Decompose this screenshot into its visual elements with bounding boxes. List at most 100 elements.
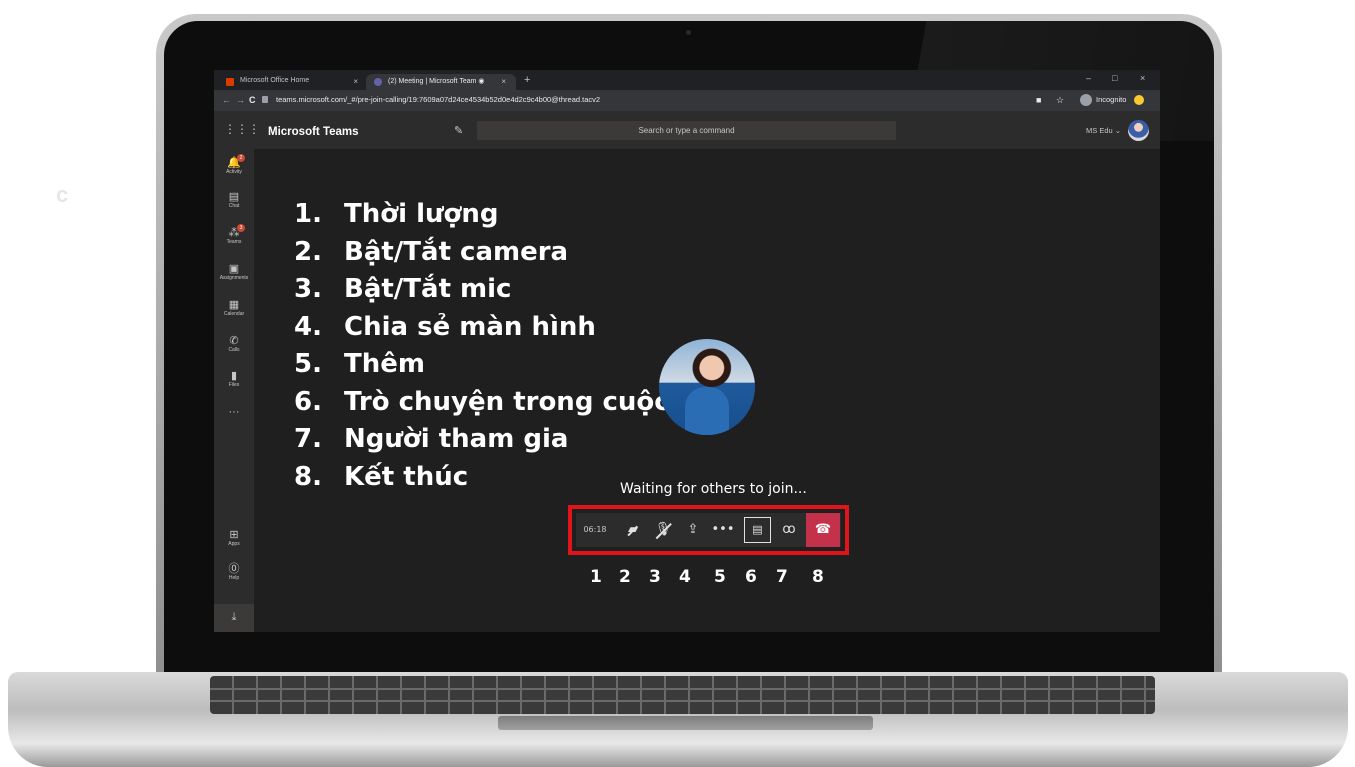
browser-tab-bar: Microsoft Office Home × (2) Meeting | Mi…: [214, 70, 1160, 90]
more-actions-button[interactable]: •••: [710, 513, 736, 547]
more-icon: •••: [711, 522, 735, 537]
marker-label: 7: [776, 567, 788, 587]
profile-dot-icon[interactable]: [1134, 95, 1144, 105]
share-screen-button[interactable]: ⇪: [680, 513, 706, 547]
rail-item-label: Files: [228, 382, 240, 388]
maximize-button[interactable]: □: [1112, 73, 1117, 83]
teams-icon: [374, 78, 382, 86]
rail-item-label: Chat: [228, 203, 240, 209]
marker-label: 2: [619, 567, 631, 587]
rail-item-teams[interactable]: ⁂ 3 Teams: [214, 224, 254, 246]
app-title: Microsoft Teams: [268, 126, 359, 138]
address-bar: ← → C teams.microsoft.com/_#/pre-join-ca…: [214, 90, 1160, 111]
compose-icon[interactable]: ✎: [454, 124, 463, 137]
legend-item-share: 4. Chia sẻ màn hình: [294, 311, 596, 342]
chat-icon: ▤: [228, 191, 240, 203]
legend-item-participants: 7. Người tham gia: [294, 424, 569, 454]
incognito-label: Incognito: [1096, 95, 1127, 104]
camera-off-icon: ▰: [628, 513, 638, 547]
app-launcher-icon[interactable]: ⋮⋮⋮: [224, 122, 260, 136]
url-field[interactable]: teams.microsoft.com/_#/pre-join-calling/…: [276, 95, 600, 104]
call-timer: 06:18: [583, 525, 607, 534]
webcam-dot: [686, 30, 691, 35]
rail-item-help[interactable]: ⓪ Help: [214, 563, 254, 582]
rail-item-activity[interactable]: 🔔 2 Activity: [214, 154, 254, 176]
participants-button[interactable]: ꝏ: [776, 513, 802, 547]
waiting-message: Waiting for others to join...: [620, 481, 807, 497]
marker-label: 6: [745, 567, 757, 587]
calendar-icon: ▦: [228, 299, 240, 311]
rail-item-files[interactable]: ▮ Files: [214, 370, 254, 389]
tab-teams-meeting[interactable]: (2) Meeting | Microsoft Team ◉ ×: [366, 74, 516, 90]
incognito-icon: [1080, 94, 1092, 106]
people-icon: ꝏ: [782, 522, 796, 537]
marker-label: 3: [649, 567, 661, 587]
meeting-chat-button[interactable]: ▤: [744, 517, 771, 543]
office-icon: [226, 78, 234, 86]
apps-icon: ⊞: [229, 529, 239, 541]
download-app-icon[interactable]: ⤓: [214, 604, 254, 632]
phone-icon: ✆: [229, 335, 239, 347]
rail-item-label: Help: [228, 575, 240, 581]
search-input[interactable]: Search or type a command: [477, 121, 896, 140]
marker-label: 4: [679, 567, 691, 587]
tab-close-icon[interactable]: ×: [353, 77, 358, 86]
marker-label: 5: [714, 567, 726, 587]
rail-item-chat[interactable]: ▤ Chat: [214, 191, 254, 210]
rail-item-label: Calendar: [223, 311, 245, 317]
lock-icon: [262, 96, 268, 103]
app-rail: 🔔 2 Activity ▤ Chat ⁂ 3 Teams ▣ Assignme…: [214, 149, 254, 632]
tab-title: (2) Meeting | Microsoft Team ◉: [388, 78, 485, 85]
rail-item-more[interactable]: ···: [214, 406, 254, 418]
tab-close-icon[interactable]: ×: [501, 77, 506, 86]
rail-item-calls[interactable]: ✆ Calls: [214, 335, 254, 354]
reload-icon[interactable]: C: [249, 95, 256, 105]
marker-label: 8: [812, 567, 824, 587]
tab-title: Microsoft Office Home: [240, 77, 310, 84]
rail-item-label: Calls: [228, 347, 240, 353]
more-icon: ···: [228, 406, 240, 418]
call-control-bar: 06:18 ▰ 🎙 ⇪ ••• ▤ ꝏ ☎: [576, 513, 841, 547]
camera-indicator-icon[interactable]: ■: [1036, 95, 1041, 105]
star-icon[interactable]: ☆: [1056, 95, 1064, 106]
laptop-keyboard: [210, 676, 1155, 714]
control-legend-list: 1. Thời lượng 2. Bật/Tắt camera 3. Bật/Tắt …: [294, 196, 734, 496]
files-icon: ▮: [230, 370, 238, 382]
stray-letter: c: [56, 182, 69, 207]
minimize-button[interactable]: –: [1086, 73, 1091, 83]
legend-item-mic: 3. Bật/Tắt mic: [294, 274, 512, 304]
teams-icon: ⁂: [228, 227, 240, 239]
rail-item-assignments[interactable]: ▣ Assignments: [214, 263, 254, 282]
avatar[interactable]: [1128, 120, 1149, 141]
help-icon: ⓪: [228, 563, 240, 575]
tab-office-home[interactable]: Microsoft Office Home ×: [218, 74, 368, 90]
legend-item-duration: 1. Thời lượng: [294, 199, 499, 229]
camera-toggle-button[interactable]: ▰: [620, 513, 646, 547]
rail-item-label: Apps: [228, 541, 240, 547]
marker-label: 1: [590, 567, 602, 587]
participant-avatar: [659, 339, 755, 435]
new-tab-button[interactable]: +: [524, 74, 530, 86]
rail-item-apps[interactable]: ⊞ Apps: [214, 529, 254, 548]
assignments-icon: ▣: [228, 263, 240, 275]
legend-item-camera: 2. Bật/Tắt camera: [294, 236, 569, 267]
back-arrow-icon[interactable]: ←: [222, 95, 231, 105]
notification-badge: 3: [237, 224, 245, 232]
user-menu[interactable]: MS Edu ⌄: [1086, 126, 1121, 135]
rail-item-calendar[interactable]: ▦ Calendar: [214, 299, 254, 318]
mic-off-icon: 🎙: [655, 513, 672, 547]
mic-toggle-button[interactable]: 🎙: [650, 513, 676, 547]
rail-item-label: Teams: [226, 239, 242, 245]
hang-up-button[interactable]: ☎: [806, 513, 840, 547]
teams-header: ⋮⋮⋮ Microsoft Teams ✎ Search or type a c…: [214, 111, 1160, 149]
chat-icon: ▤: [752, 523, 763, 536]
forward-arrow-icon[interactable]: →: [236, 95, 245, 105]
hang-up-icon: ☎: [814, 522, 832, 537]
bell-icon: 🔔: [227, 157, 241, 169]
share-icon: ⇪: [687, 522, 699, 537]
notification-badge: 2: [237, 154, 245, 162]
close-window-button[interactable]: ×: [1140, 73, 1145, 83]
rail-item-label: Activity: [226, 169, 242, 175]
laptop-trackpad: [498, 716, 873, 730]
rail-item-label: Assignments: [219, 275, 249, 281]
